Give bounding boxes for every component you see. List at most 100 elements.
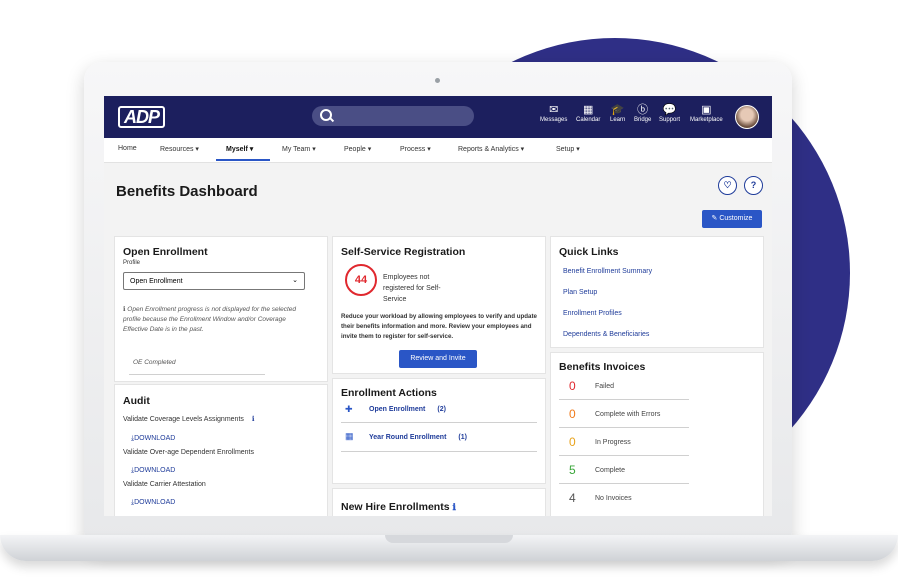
open-enrollment-card: Open Enrollment Profile Open Enrollment …	[114, 236, 328, 382]
menu-reports-analytics[interactable]: Reports & Analytics ▾	[458, 145, 524, 153]
quick-links-title: Quick Links	[559, 246, 619, 258]
invoice-divider	[559, 455, 689, 456]
invoice-errors-label: Complete with Errors	[595, 411, 661, 418]
invoice-failed-count: 0	[569, 379, 576, 393]
quick-link-plan-setup[interactable]: Plan Setup	[563, 289, 597, 296]
heart-icon: ♡	[723, 180, 732, 190]
self-service-description: Reduce your workload by allowing employe…	[341, 313, 537, 340]
medical-kit-icon: ✚	[345, 404, 353, 414]
new-hire-title-text: New Hire Enrollments	[341, 501, 450, 513]
user-avatar[interactable]	[735, 105, 759, 129]
invoice-none-count: 4	[569, 491, 576, 505]
audit-item-label: Validate Carrier Attestation	[123, 481, 206, 488]
open-enrollment-action-count: (2)	[437, 406, 446, 413]
actions-divider	[341, 451, 537, 452]
quick-links-card: Quick Links Benefit Enrollment Summary P…	[550, 236, 764, 348]
chevron-down-icon: ⌄	[292, 277, 298, 284]
invoice-complete-label: Complete	[595, 467, 625, 474]
search-input[interactable]	[312, 106, 474, 126]
invoice-failed-label: Failed	[595, 383, 615, 390]
menu-process[interactable]: Process ▾	[400, 145, 431, 153]
bridge-button[interactable]: ⓑ Bridge	[634, 104, 651, 123]
quick-link-benefit-enrollment-summary[interactable]: Benefit Enrollment Summary	[563, 268, 652, 275]
menu-resources[interactable]: Resources ▾	[160, 145, 199, 153]
messages-button[interactable]: ✉ Messages	[540, 104, 567, 123]
invoice-in-progress-count: 0	[569, 435, 576, 449]
search-icon	[320, 109, 332, 121]
messages-label: Messages	[540, 117, 568, 123]
invoice-complete-count: 5	[569, 463, 576, 477]
marketplace-icon: ▣	[701, 104, 712, 116]
quick-link-enrollment-profiles[interactable]: Enrollment Profiles	[563, 310, 622, 317]
open-enrollment-action-label: Open Enrollment	[369, 406, 426, 413]
bridge-icon: ⓑ	[637, 104, 649, 116]
menu-myself[interactable]: Myself ▾	[226, 145, 253, 153]
year-round-enrollment-label: Year Round Enrollment	[369, 434, 447, 441]
marketplace-label: Marketplace	[690, 117, 723, 123]
favorite-button[interactable]: ♡	[718, 176, 737, 195]
calendar-button[interactable]: ▦ Calendar	[576, 104, 600, 123]
oe-status: OE Completed	[133, 359, 176, 366]
adp-logo[interactable]: ADP	[118, 106, 166, 128]
laptop-notch	[385, 535, 513, 543]
invoice-divider	[559, 399, 689, 400]
open-enrollment-note-text: Open Enrollment progress is not displaye…	[123, 306, 297, 333]
profile-label: Profile	[123, 260, 141, 266]
learn-button[interactable]: 🎓 Learn	[610, 104, 625, 123]
quick-link-dependents-beneficiaries[interactable]: Dependents & Beneficiaries	[563, 331, 649, 338]
calendar-icon: ▦	[582, 104, 594, 116]
invoice-errors-count: 0	[569, 407, 576, 421]
profile-select-value: Open Enrollment	[130, 278, 183, 285]
invoice-in-progress-label: In Progress	[595, 439, 631, 446]
new-hire-title: New Hire Enrollments ℹ	[341, 501, 456, 513]
open-enrollment-action-link[interactable]: Open Enrollment (2)	[369, 406, 446, 413]
year-round-enrollment-count: (1)	[458, 434, 467, 441]
menu-my-team[interactable]: My Team ▾	[282, 145, 316, 153]
learn-label: Learn	[610, 117, 626, 123]
learn-icon: 🎓	[610, 104, 625, 116]
active-menu-indicator	[216, 159, 270, 161]
audit-title: Audit	[123, 395, 150, 407]
main-menu: Home Resources ▾ Myself ▾ My Team ▾ Peop…	[104, 138, 772, 163]
messages-icon: ✉	[549, 104, 559, 116]
menu-setup[interactable]: Setup ▾	[556, 145, 580, 153]
invoice-divider	[559, 427, 689, 428]
calendar-icon: ▦	[345, 431, 354, 441]
help-icon: ?	[750, 180, 757, 190]
top-navigation-bar: ADP ✉ Messages ▦ Calendar 🎓 Learn ⓑ Brid…	[104, 96, 772, 138]
audit-item-label: Validate Coverage Levels Assignments ℹ	[123, 415, 255, 423]
marketplace-button[interactable]: ▣ Marketplace	[690, 104, 723, 123]
info-icon[interactable]: ℹ	[452, 502, 455, 512]
info-icon[interactable]: ℹ	[252, 416, 255, 423]
page-title: Benefits Dashboard	[116, 183, 258, 200]
unregistered-label: Employees not registered for Self-Servic…	[383, 274, 441, 303]
support-icon: 💬	[662, 104, 677, 116]
review-and-invite-button[interactable]: Review and Invite	[399, 350, 477, 368]
enrollment-actions-card: Enrollment Actions ✚ Open Enrollment (2)…	[332, 378, 546, 484]
download-label: DOWNLOAD	[134, 467, 176, 474]
download-link[interactable]: ⤓DOWNLOAD	[131, 467, 175, 475]
self-service-card: Self-Service Registration 44 Employees n…	[332, 236, 546, 374]
self-service-title: Self-Service Registration	[341, 246, 466, 258]
menu-home[interactable]: Home	[118, 145, 137, 152]
download-link[interactable]: ⤓DOWNLOAD	[131, 499, 175, 507]
audit-item-0-label: Validate Coverage Levels Assignments	[123, 416, 244, 423]
open-enrollment-note: ℹ Open Enrollment progress is not displa…	[123, 305, 311, 335]
audit-item-label: Validate Over-age Dependent Enrollments	[123, 449, 255, 456]
calendar-label: Calendar	[576, 117, 601, 123]
unregistered-count-badge: 44	[345, 264, 377, 296]
benefits-invoices-card: Benefits Invoices 0 Failed 0 Complete wi…	[550, 352, 764, 516]
download-label: DOWNLOAD	[134, 435, 176, 442]
support-button[interactable]: 💬 Support	[659, 104, 680, 123]
profile-select[interactable]: Open Enrollment ⌄	[123, 272, 305, 290]
open-enrollment-title: Open Enrollment	[123, 246, 208, 258]
help-button[interactable]: ?	[744, 176, 763, 195]
menu-people[interactable]: People ▾	[344, 145, 371, 153]
year-round-enrollment-link[interactable]: Year Round Enrollment (1)	[369, 434, 467, 441]
download-link[interactable]: ⤓DOWNLOAD	[131, 435, 175, 443]
enrollment-actions-title: Enrollment Actions	[341, 387, 437, 399]
actions-divider	[341, 422, 537, 423]
audit-card: Audit Validate Coverage Levels Assignmen…	[114, 384, 328, 516]
download-label: DOWNLOAD	[134, 499, 176, 506]
customize-button[interactable]: ✎ Customize	[702, 210, 762, 228]
